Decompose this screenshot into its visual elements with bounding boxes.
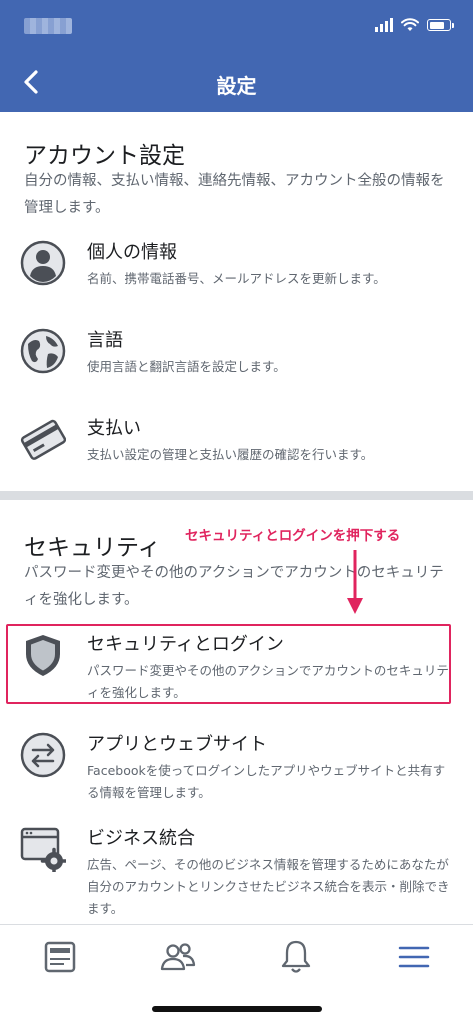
- payments-item[interactable]: 支払い 支払い設定の管理と支払い履歴の確認を行います。: [0, 410, 473, 490]
- battery-icon: [427, 19, 454, 31]
- item-description: 名前、携帯電話番号、メールアドレスを更新します。: [87, 271, 386, 286]
- personal-info-item[interactable]: 個人の情報 名前、携帯電話番号、メールアドレスを更新します。: [0, 234, 473, 314]
- item-description: 使用言語と翻訳言語を設定します。: [87, 359, 286, 374]
- annotation-arrow-icon: [347, 550, 363, 614]
- annotation-highlight-box: [6, 624, 451, 704]
- browser-gear-icon: [20, 827, 66, 872]
- friends-icon[interactable]: [156, 935, 200, 979]
- bell-icon[interactable]: [274, 935, 318, 979]
- home-indicator[interactable]: [152, 1006, 322, 1012]
- item-label: ビジネス統合: [87, 828, 195, 849]
- bottom-tab-bar: [0, 924, 473, 989]
- business-integrations-item[interactable]: ビジネス統合 広告、ページ、その他のビジネス情報を管理するためにあなたが自分のア…: [0, 820, 473, 916]
- globe-icon: [20, 328, 66, 374]
- security-section-description: パスワード変更やその他のアクションでアカウントのセキュリティを強化します。: [24, 565, 444, 608]
- annotation-text: セキュリティとログインを押下する: [185, 528, 401, 544]
- apps-websites-item[interactable]: アプリとウェブサイト Facebookを使ってログインしたアプリやウェブサイトと…: [0, 726, 473, 806]
- account-section-title: アカウント設定: [24, 143, 185, 169]
- app-header: 設定: [0, 0, 473, 112]
- news-feed-icon[interactable]: [38, 935, 82, 979]
- item-description: 広告、ページ、その他のビジネス情報を管理するためにあなたが自分のアカウントとリン…: [87, 857, 450, 916]
- security-section-title: セキュリティ: [24, 535, 161, 561]
- status-icons: [375, 18, 454, 32]
- swap-arrows-icon: [20, 732, 66, 778]
- item-label: アプリとウェブサイト: [87, 734, 267, 755]
- item-label: 支払い: [87, 418, 141, 439]
- status-carrier-blurred: [24, 18, 72, 34]
- section-divider: [0, 491, 473, 500]
- credit-card-icon: [20, 419, 66, 460]
- item-label: 言語: [87, 330, 123, 351]
- page-title: 設定: [216, 74, 257, 98]
- signal-icon: [375, 18, 393, 32]
- menu-icon[interactable]: [392, 935, 436, 979]
- language-item[interactable]: 言語 使用言語と翻訳言語を設定します。: [0, 322, 473, 402]
- wifi-icon: [401, 18, 419, 31]
- account-section-description: 自分の情報、支払い情報、連絡先情報、アカウント全般の情報を管理します。: [24, 173, 445, 216]
- person-icon: [20, 240, 66, 286]
- item-label: 個人の情報: [87, 242, 177, 263]
- item-description: 支払い設定の管理と支払い履歴の確認を行います。: [87, 447, 374, 462]
- item-description: Facebookを使ってログインしたアプリやウェブサイトと共有する情報を管理しま…: [87, 763, 446, 800]
